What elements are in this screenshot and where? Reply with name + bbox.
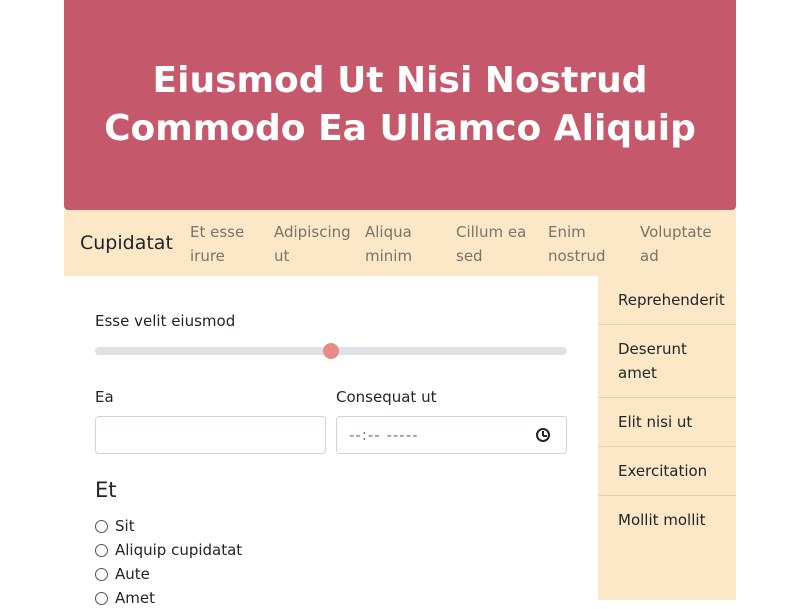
radio-option[interactable]: Sit [95, 515, 135, 537]
nav-link-line: nostrud [548, 247, 606, 265]
radio-label: Sit [115, 517, 135, 535]
nav-link-line: minim [365, 247, 413, 265]
nav-link-line: ut [274, 247, 290, 265]
radio-button[interactable] [95, 519, 108, 533]
nav-link-line: ad [640, 247, 659, 265]
sidebar-item-label: Exercitation [618, 462, 708, 480]
radio-label: Aliquip cupidatat [115, 541, 243, 559]
nav-link-adipiscing-ut[interactable]: Adipiscing ut [274, 220, 351, 268]
radio-button[interactable] [95, 543, 108, 557]
range-label: Esse velit eiusmod [95, 312, 236, 330]
hero-banner: Eiusmod Ut Nisi Nostrud Commodo Ea Ullam… [64, 0, 736, 210]
sidebar-item-deserunt-amet[interactable]: Deserunt amet [598, 325, 736, 398]
nav-link-line: irure [190, 247, 225, 265]
nav-link-line: Adipiscing [274, 223, 351, 241]
sidebar-item-label: amet [618, 364, 657, 382]
radio-group-legend: Et [95, 478, 117, 502]
nav-link-line: sed [456, 247, 483, 265]
nav-link-enim-nostrud[interactable]: Enim nostrud [548, 220, 606, 268]
main-form: Esse velit eiusmod Ea Consequat ut --:--… [64, 276, 598, 607]
radio-button[interactable] [95, 591, 108, 605]
nav-link-cillum-ea-sed[interactable]: Cillum ea sed [456, 220, 526, 268]
page: Eiusmod Ut Nisi Nostrud Commodo Ea Ullam… [64, 0, 736, 607]
nav-link-line: Enim [548, 223, 586, 241]
sidebar: Reprehenderit Deserunt amet Elit nisi ut… [598, 276, 736, 600]
nav-link-line: Cillum ea [456, 223, 527, 241]
nav-link-line: Voluptate [640, 223, 712, 241]
range-slider-thumb[interactable] [323, 343, 339, 359]
radio-label: Amet [115, 589, 155, 607]
nav-link-aliqua-minim[interactable]: Aliqua minim [365, 220, 412, 268]
field2-label: Consequat ut [336, 388, 437, 406]
navbar: Cupidatat Et esse irure Adipiscing ut Al… [64, 210, 736, 276]
time-input-value: --:-- ----- [349, 426, 419, 444]
nav-link-et-esse-irure[interactable]: Et esse irure [190, 220, 244, 268]
nav-brand[interactable]: Cupidatat [80, 231, 173, 255]
text-input[interactable] [95, 416, 326, 454]
radio-label: Aute [115, 565, 150, 583]
time-input[interactable]: --:-- ----- [336, 416, 567, 454]
radio-option[interactable]: Aliquip cupidatat [95, 539, 242, 561]
clock-icon[interactable] [536, 428, 550, 442]
sidebar-item-label: Reprehenderit [618, 291, 725, 309]
sidebar-item-reprehenderit[interactable]: Reprehenderit [598, 276, 736, 325]
sidebar-item-exercitation[interactable]: Exercitation [598, 447, 736, 496]
page-title: Eiusmod Ut Nisi Nostrud Commodo Ea Ullam… [104, 60, 696, 149]
field1-label: Ea [95, 388, 114, 406]
nav-link-line: Aliqua [365, 223, 412, 241]
radio-option[interactable]: Aute [95, 563, 150, 585]
sidebar-item-label: Deserunt [618, 340, 687, 358]
sidebar-item-label: Mollit mollit [618, 511, 706, 529]
radio-option[interactable]: Amet [95, 587, 155, 609]
sidebar-item-mollit-mollit[interactable]: Mollit mollit [598, 496, 736, 545]
range-slider[interactable] [95, 343, 567, 359]
sidebar-item-elit-nisi-ut[interactable]: Elit nisi ut [598, 398, 736, 447]
nav-link-voluptate-ad[interactable]: Voluptate ad [640, 220, 712, 268]
nav-link-line: Et esse [190, 223, 245, 241]
sidebar-item-label: Elit nisi ut [618, 413, 693, 431]
radio-button[interactable] [95, 567, 108, 581]
